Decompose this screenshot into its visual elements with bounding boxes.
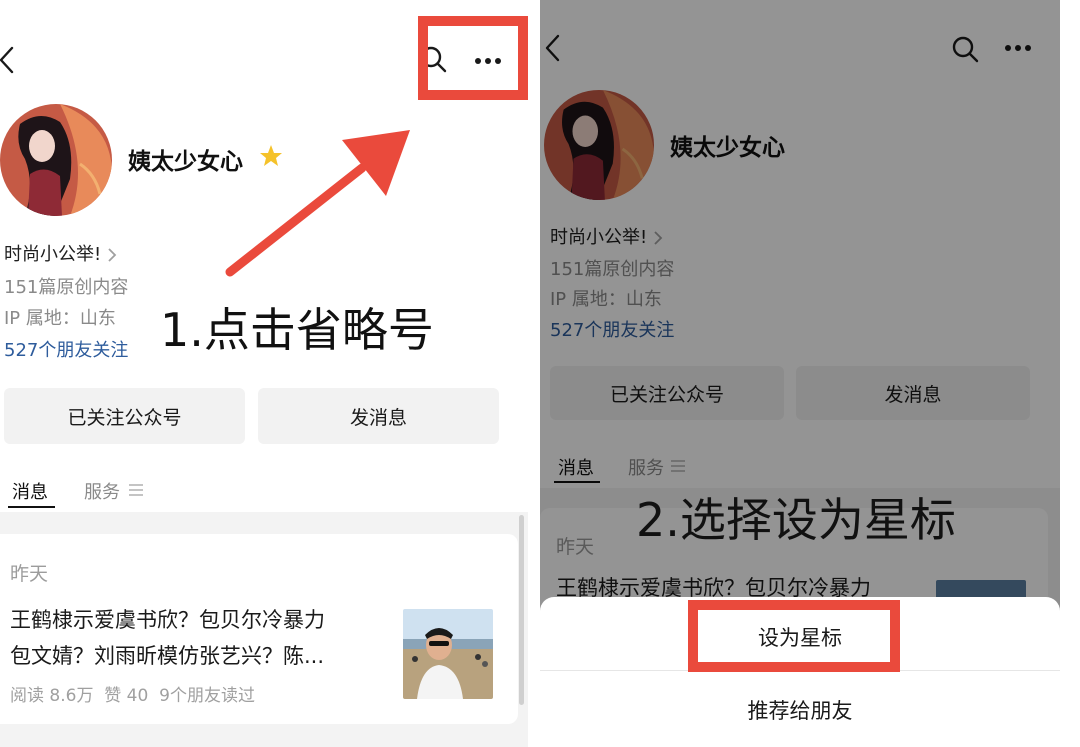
- post-stats: 阅读 8.6万 赞 40 9个朋友读过: [10, 681, 255, 706]
- ip-location: IP 属地：山东: [4, 308, 116, 329]
- friends-read: 9个朋友读过: [159, 686, 255, 706]
- back-icon[interactable]: [0, 45, 16, 75]
- followed-button[interactable]: 已关注公众号: [4, 388, 245, 444]
- menu-icon: [128, 483, 144, 497]
- post-date: 昨天: [10, 563, 49, 585]
- left-screenshot-panel: 姨太少女心 时尚小公举! 151篇原创内容 IP 属地：山东 527个朋友关注 …: [0, 0, 528, 747]
- recommend-to-friends-option[interactable]: 推荐给朋友: [540, 695, 1060, 725]
- post-title-line-2: 包文婧？刘雨昕模仿张艺兴？陈...: [10, 644, 325, 668]
- send-message-button[interactable]: 发消息: [258, 388, 499, 444]
- scrollbar[interactable]: [519, 515, 524, 705]
- tab-messages[interactable]: 消息: [12, 478, 48, 504]
- tab-underline: [8, 506, 55, 508]
- avatar: [0, 104, 112, 216]
- friends-follow-link[interactable]: 527个朋友关注: [4, 336, 128, 362]
- step-2-instruction: 2.选择设为星标: [636, 493, 956, 547]
- tab-services[interactable]: 服务: [84, 478, 120, 504]
- step-1-instruction: 1.点击省略号: [160, 303, 434, 357]
- panel-gap: [528, 0, 540, 747]
- like-count: 赞 40: [104, 686, 149, 706]
- category-label: 时尚小公举!: [4, 244, 102, 265]
- right-screenshot-panel: 姨太少女心 时尚小公举! 151篇原创内容 IP 属地：山东 527个朋友关注 …: [540, 0, 1060, 747]
- set-star-highlight: [688, 600, 900, 672]
- article-count: 151篇原创内容: [4, 277, 129, 298]
- red-arrow: [225, 130, 410, 277]
- account-category[interactable]: 时尚小公举!: [4, 240, 117, 266]
- post-thumbnail: [403, 609, 493, 699]
- more-icon-highlight: [418, 16, 528, 100]
- read-count: 阅读 8.6万: [10, 686, 94, 706]
- chevron-right-icon: [107, 247, 117, 263]
- post-title-line-1: 王鹤棣示爱虞书欣？包贝尔冷暴力: [10, 608, 325, 632]
